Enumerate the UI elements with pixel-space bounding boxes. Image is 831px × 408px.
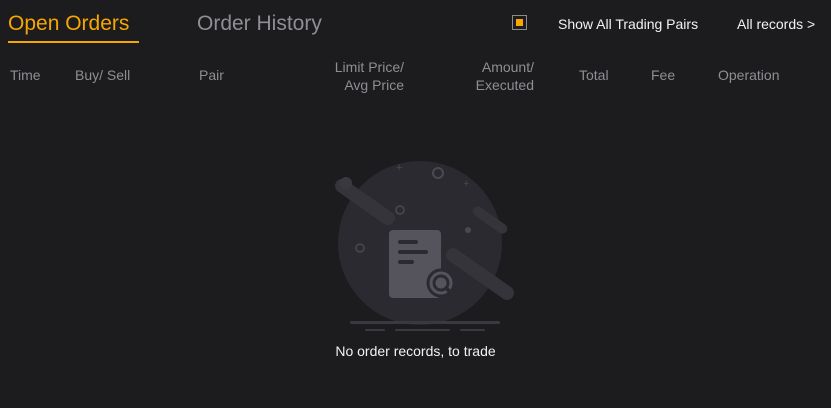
empty-state-message: No order records, to trade [335, 343, 496, 359]
column-header-pair: Pair [199, 67, 224, 83]
column-header-operation: Operation [718, 67, 780, 83]
tab-order-history[interactable]: Order History [197, 10, 322, 38]
show-all-trading-pairs-checkbox[interactable] [512, 15, 527, 30]
show-all-trading-pairs-label[interactable]: Show All Trading Pairs [558, 16, 698, 32]
column-header-amount-line2: Executed [475, 77, 534, 93]
active-tab-indicator [8, 41, 139, 43]
column-header-amount: Amount/ Executed [440, 58, 534, 94]
column-header-limit-price-line1: Limit Price/ [334, 59, 404, 75]
document-search-icon: + + [335, 161, 515, 331]
tab-open-orders[interactable]: Open Orders [8, 10, 129, 38]
column-header-amount-line1: Amount/ [481, 59, 534, 75]
column-header-time: Time [10, 67, 41, 83]
svg-text:+: + [396, 162, 402, 174]
svg-text:+: + [463, 178, 469, 190]
column-header-total: Total [579, 67, 609, 83]
column-header-fee: Fee [651, 67, 676, 83]
all-records-link[interactable]: All records > [737, 16, 815, 32]
column-header-buy-sell: Buy/ Sell [75, 67, 131, 83]
column-header-limit-price: Limit Price/ Avg Price [300, 58, 404, 94]
open-orders-panel: Open Orders Order History Show All Tradi… [0, 0, 831, 408]
column-header-limit-price-line2: Avg Price [344, 77, 404, 93]
checkbox-checked-indicator [516, 19, 523, 26]
